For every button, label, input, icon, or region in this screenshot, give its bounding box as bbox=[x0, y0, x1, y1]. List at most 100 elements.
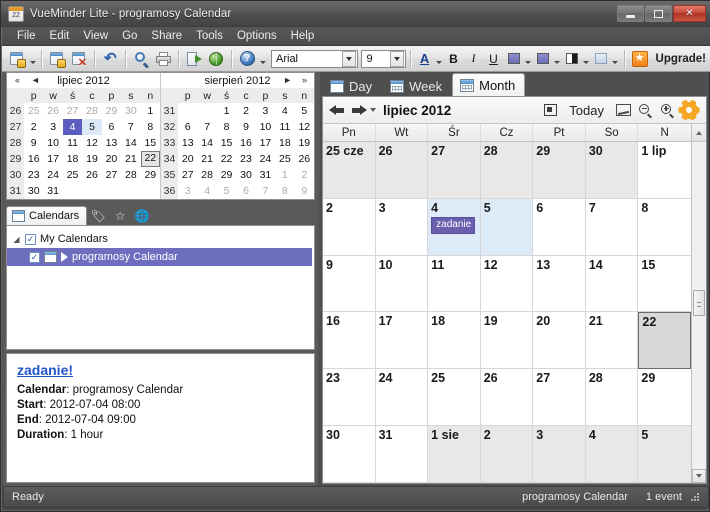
mini-day-cell[interactable]: 15 bbox=[217, 135, 236, 151]
today-button[interactable]: Today bbox=[561, 103, 612, 118]
mini-day-cell[interactable]: 2 bbox=[236, 103, 255, 119]
day-cell[interactable]: 17 bbox=[375, 312, 429, 370]
tab-week[interactable]: Week bbox=[382, 74, 452, 97]
expand-collapse-icon[interactable]: ◢ bbox=[12, 235, 21, 244]
mini-day-cell[interactable]: 7 bbox=[121, 119, 140, 135]
mini-day-cell[interactable]: 12 bbox=[82, 135, 101, 151]
day-cell[interactable]: 2 bbox=[323, 198, 376, 256]
mini-day-cell[interactable]: 25 bbox=[24, 103, 43, 119]
day-cell[interactable]: 25 bbox=[428, 369, 481, 427]
mini-day-cell[interactable]: 8 bbox=[141, 119, 160, 135]
tab-online[interactable]: 🌐 bbox=[131, 206, 153, 225]
menu-file[interactable]: File bbox=[10, 28, 43, 45]
calendar-event[interactable]: zadanie bbox=[431, 216, 476, 234]
day-cell[interactable]: 25 cze bbox=[323, 142, 376, 199]
mini-day-cell[interactable]: 26 bbox=[82, 167, 101, 183]
mini-day-cell[interactable]: 7 bbox=[256, 183, 275, 199]
mini-day-cell[interactable]: 21 bbox=[197, 151, 216, 167]
mini-day-cell[interactable]: 17 bbox=[256, 135, 275, 151]
day-cell[interactable]: 8 bbox=[638, 198, 691, 256]
mini-day-cell[interactable]: 28 bbox=[121, 167, 140, 183]
mini-day-cell[interactable]: 30 bbox=[24, 183, 43, 199]
mini-day-cell[interactable]: 14 bbox=[197, 135, 216, 151]
day-cell[interactable]: 29 bbox=[533, 142, 586, 199]
mini-day-cell[interactable]: 4 bbox=[197, 183, 216, 199]
mini-day-cell[interactable]: 25 bbox=[63, 167, 82, 183]
mini-day-cell[interactable]: 27 bbox=[178, 167, 197, 183]
mini-day-cell[interactable]: 1 bbox=[217, 103, 236, 119]
mini-day-cell[interactable]: 2 bbox=[24, 119, 43, 135]
day-cell[interactable]: 22 bbox=[638, 312, 691, 370]
new-task-button[interactable] bbox=[46, 48, 68, 70]
mini-day-cell[interactable]: 29 bbox=[217, 167, 236, 183]
mini-day-cell[interactable]: 29 bbox=[102, 103, 121, 119]
day-cell[interactable]: 20 bbox=[533, 312, 586, 370]
mini-day-cell[interactable]: 3 bbox=[43, 119, 62, 135]
mini-day-cell[interactable]: 22 bbox=[140, 151, 160, 167]
mini-day-cell[interactable]: 27 bbox=[63, 103, 82, 119]
mini-day-cell[interactable]: 28 bbox=[82, 103, 101, 119]
mini-day-cell[interactable]: 23 bbox=[236, 151, 255, 167]
mini-day-cell[interactable]: 13 bbox=[102, 135, 121, 151]
mini-prev-month-icon[interactable]: ◄ bbox=[31, 76, 40, 85]
menu-tools[interactable]: Tools bbox=[189, 28, 230, 45]
mini-day-cell[interactable]: 1 bbox=[141, 103, 160, 119]
fit-button[interactable] bbox=[612, 100, 634, 120]
day-cell[interactable]: 24 bbox=[375, 369, 429, 427]
day-cell[interactable]: 16 bbox=[323, 312, 376, 370]
bold-button[interactable]: B bbox=[444, 49, 464, 69]
mini-day-cell[interactable]: 9 bbox=[295, 183, 314, 199]
mini-day-cell[interactable]: 29 bbox=[141, 167, 160, 183]
menu-edit[interactable]: Edit bbox=[43, 28, 77, 45]
tree-item-my-calendars[interactable]: ◢ My Calendars bbox=[7, 230, 314, 248]
menu-share[interactable]: Share bbox=[144, 28, 189, 45]
mini-day-cell[interactable]: 31 bbox=[256, 167, 275, 183]
scroll-down-button[interactable] bbox=[692, 469, 706, 483]
day-cell[interactable]: 1 sie bbox=[428, 426, 481, 483]
vertical-scrollbar[interactable] bbox=[691, 142, 706, 483]
mini-day-cell[interactable]: 6 bbox=[102, 119, 121, 135]
maximize-button[interactable] bbox=[645, 5, 672, 22]
mini-day-cell[interactable]: 26 bbox=[295, 151, 314, 167]
fill-color-button[interactable] bbox=[533, 49, 553, 69]
mini-day-cell[interactable]: 20 bbox=[102, 151, 121, 167]
mini-prev-year-icon[interactable]: « bbox=[15, 76, 20, 85]
upgrade-button[interactable]: ★ bbox=[629, 48, 651, 70]
undo-button[interactable]: ↷ bbox=[99, 48, 121, 70]
mini-day-cell[interactable]: 10 bbox=[256, 119, 275, 135]
day-cell[interactable]: 29 bbox=[638, 369, 691, 427]
day-cell[interactable]: 13 bbox=[533, 255, 586, 313]
mini-day-cell[interactable]: 21 bbox=[121, 151, 140, 167]
day-cell[interactable]: 10 bbox=[375, 255, 429, 313]
day-cell[interactable]: 6 bbox=[533, 198, 586, 256]
mini-day-cell[interactable]: 25 bbox=[275, 151, 294, 167]
mini-day-cell[interactable]: 17 bbox=[43, 151, 62, 167]
mini-day-cell[interactable]: 1 bbox=[275, 167, 294, 183]
font-color-dropdown[interactable] bbox=[435, 48, 444, 70]
help-dropdown[interactable] bbox=[258, 48, 267, 70]
print-button[interactable] bbox=[152, 48, 174, 70]
mini-day-cell[interactable]: 9 bbox=[236, 119, 255, 135]
day-cell[interactable]: 30 bbox=[585, 142, 639, 199]
import-button[interactable] bbox=[183, 48, 205, 70]
menu-go[interactable]: Go bbox=[115, 28, 144, 45]
mini-day-cell[interactable]: 11 bbox=[275, 119, 294, 135]
day-cell[interactable]: 31 bbox=[375, 426, 429, 483]
underline-button[interactable]: U bbox=[484, 49, 504, 69]
checkbox-my-calendars[interactable] bbox=[25, 233, 36, 245]
mini-day-cell[interactable]: 16 bbox=[236, 135, 255, 151]
day-cell[interactable]: 26 bbox=[375, 142, 429, 199]
minimize-button[interactable] bbox=[617, 5, 644, 22]
close-button[interactable]: ✕ bbox=[673, 5, 706, 22]
day-cell[interactable]: 11 bbox=[428, 255, 481, 313]
mini-day-cell[interactable]: 18 bbox=[275, 135, 294, 151]
day-cell[interactable]: 4 bbox=[585, 426, 639, 483]
day-cell[interactable]: 21 bbox=[585, 312, 639, 370]
menu-view[interactable]: View bbox=[76, 28, 115, 45]
contrast-button[interactable] bbox=[562, 49, 582, 69]
mini-day-cell[interactable]: 13 bbox=[178, 135, 197, 151]
mini-day-cell[interactable]: 28 bbox=[197, 167, 216, 183]
mini-day-cell[interactable]: 8 bbox=[217, 119, 236, 135]
calendar-settings-button[interactable] bbox=[678, 99, 700, 121]
day-cell[interactable]: 4 zadanie bbox=[428, 198, 481, 256]
